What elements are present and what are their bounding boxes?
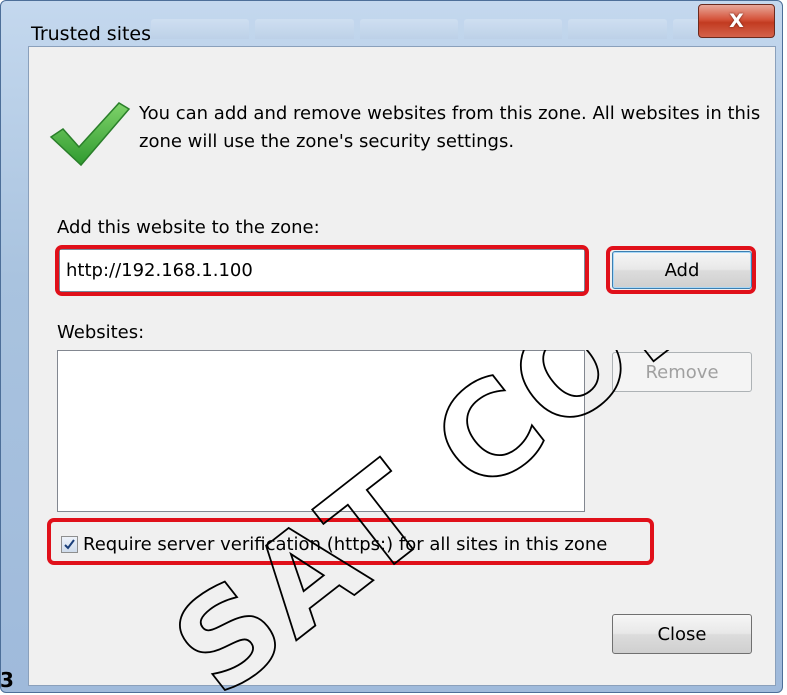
zone-description: You can add and remove websites from thi… (139, 103, 761, 152)
https-checkbox[interactable] (61, 535, 78, 553)
add-button[interactable]: Add (612, 251, 752, 289)
https-option-row[interactable]: Require server verification (https:) for… (61, 530, 607, 558)
close-button[interactable]: Close (612, 614, 752, 654)
title-bar[interactable]: Trusted sites X (1, 1, 782, 45)
background-tabs (151, 19, 771, 39)
page-marker: 3 (0, 668, 14, 692)
green-checkmark-icon (49, 102, 131, 167)
window-title: Trusted sites (31, 23, 152, 45)
remove-button[interactable]: Remove (612, 352, 752, 392)
website-url-input[interactable] (59, 249, 585, 292)
https-option-label: Require server verification (https:) for… (83, 533, 608, 555)
checkmark-icon (64, 538, 75, 550)
window-close-button[interactable]: X (698, 4, 775, 38)
websites-label: Websites: (57, 322, 145, 343)
close-icon: X (729, 10, 744, 32)
add-website-label: Add this website to the zone: (57, 217, 320, 238)
websites-list[interactable] (57, 350, 585, 512)
